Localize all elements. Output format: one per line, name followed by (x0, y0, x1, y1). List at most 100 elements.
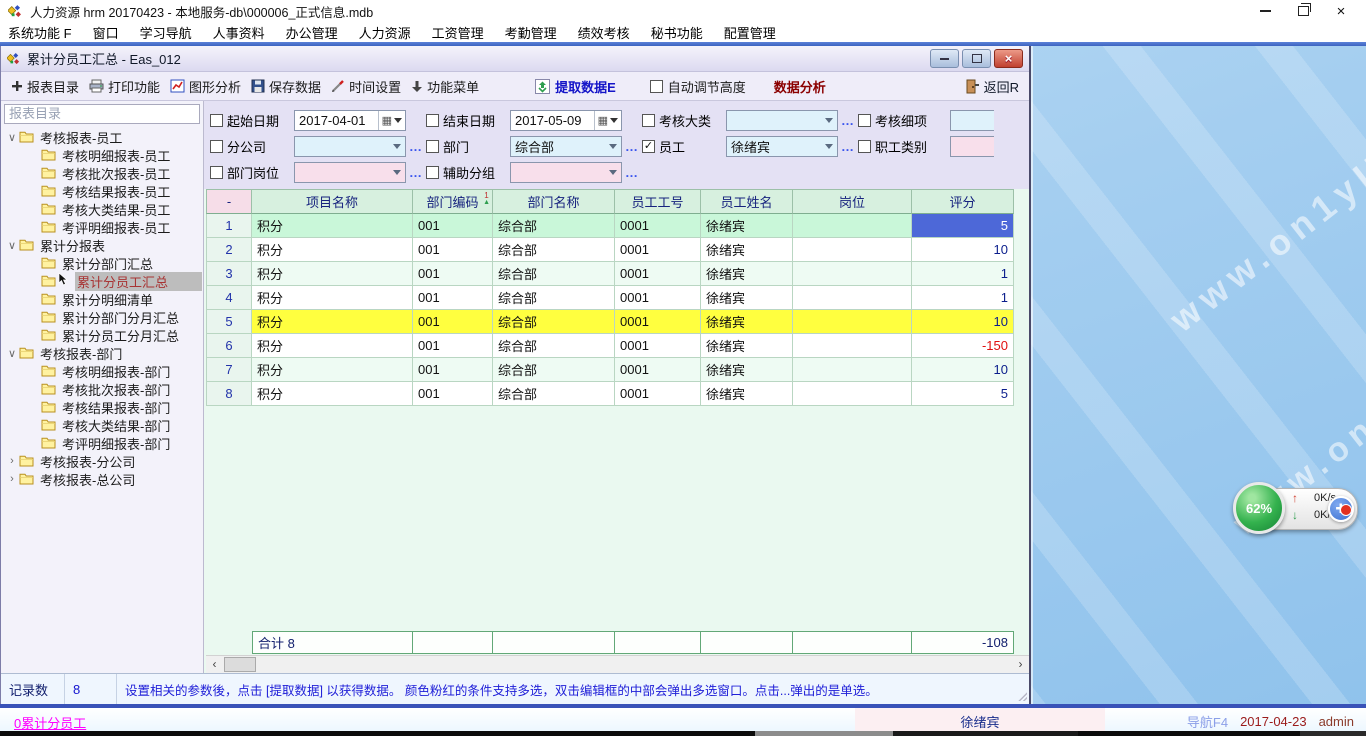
cell-post[interactable] (793, 238, 912, 262)
widget-expand-button[interactable]: ✚ (1328, 496, 1354, 522)
tree-item-label[interactable]: 考核批次报表-部门 (60, 380, 172, 399)
filter-field-部门[interactable]: 综合部 (510, 136, 622, 157)
cell-dept_code[interactable]: 001 (413, 286, 493, 310)
cell-post[interactable] (793, 286, 912, 310)
cell-emp_id[interactable]: 0001 (615, 358, 701, 382)
checkbox-unchecked[interactable] (426, 140, 439, 153)
menu-item-5[interactable]: 办公管理 (286, 23, 338, 42)
cell-score[interactable]: 10 (912, 310, 1014, 334)
filter-field-结束日期[interactable]: 2017-05-09▦ (510, 110, 622, 131)
toolbar-button-3[interactable]: 图形分析 (170, 77, 241, 96)
tree-item[interactable]: ›考核报表-总公司 (1, 470, 203, 488)
column-header-部门编码[interactable]: 部门编码1▲ (413, 189, 493, 214)
cell-emp_name[interactable]: 徐绪宾 (701, 310, 793, 334)
tree-item-label[interactable]: 考核明细报表-员工 (60, 146, 172, 165)
menu-item-2[interactable]: 窗口 (93, 23, 119, 42)
tree-item-label[interactable]: 考核大类结果-员工 (60, 200, 172, 219)
scroll-right-arrow[interactable]: › (1012, 656, 1029, 673)
cell-emp_id[interactable]: 0001 (615, 286, 701, 310)
tree-item[interactable]: ∨考核报表-员工 (1, 128, 203, 146)
cell-dept_name[interactable]: 综合部 (493, 358, 615, 382)
cell-score[interactable]: -150 (912, 334, 1014, 358)
cell-project[interactable]: 积分 (252, 358, 413, 382)
cell-emp_name[interactable]: 徐绪宾 (701, 238, 793, 262)
table-row-5[interactable]: 5积分001综合部0001徐绪宾10 (206, 310, 1029, 334)
checkbox-unchecked[interactable] (426, 114, 439, 127)
browse-ellipsis-button[interactable]: … (622, 165, 642, 180)
cell-project[interactable]: 积分 (252, 214, 413, 238)
net-speed-widget[interactable]: 62% ↑0K/s ↓0K/s ✚ (1236, 486, 1356, 528)
tree-item-label[interactable]: 考核报表-分公司 (38, 452, 137, 471)
filter-field-职工类别[interactable] (950, 136, 994, 157)
cell-score[interactable]: 5 (912, 382, 1014, 406)
tree-item[interactable]: 累计分部门分月汇总 (1, 308, 203, 326)
tree-item[interactable]: 考核明细报表-部门 (1, 362, 203, 380)
cell-dept_code[interactable]: 001 (413, 382, 493, 406)
checkbox-unchecked[interactable] (210, 166, 223, 179)
filter-field-起始日期[interactable]: 2017-04-01▦ (294, 110, 406, 131)
cell-dept_code[interactable]: 001 (413, 238, 493, 262)
cell-project[interactable]: 积分 (252, 334, 413, 358)
close-button[interactable]: × (1322, 0, 1360, 22)
cell-emp_id[interactable]: 0001 (615, 382, 701, 406)
checkbox-checked[interactable] (642, 140, 655, 153)
tree-item-label[interactable]: 考核批次报表-员工 (60, 164, 172, 183)
filter-field-辅助分组[interactable] (510, 162, 622, 183)
toolbar-button-1[interactable]: 报表目录 (11, 77, 79, 96)
tree-item[interactable]: 考评明细报表-员工 (1, 218, 203, 236)
table-row-8[interactable]: 8积分001综合部0001徐绪宾5 (206, 382, 1029, 406)
cell-emp_name[interactable]: 徐绪宾 (701, 262, 793, 286)
checkbox-unchecked[interactable] (210, 114, 223, 127)
checkbox-unchecked[interactable] (858, 114, 871, 127)
tree-item-label[interactable]: 考评明细报表-员工 (60, 218, 172, 237)
tree-item[interactable]: 累计分员工分月汇总 (1, 326, 203, 344)
menu-item-8[interactable]: 考勤管理 (505, 23, 557, 42)
auto-height-checkbox-box[interactable] (650, 80, 663, 93)
dropdown-arrow-icon[interactable] (609, 144, 617, 149)
menu-item-1[interactable]: 系统功能 F (8, 23, 72, 42)
cell-dept_name[interactable]: 综合部 (493, 382, 615, 406)
tree-item[interactable]: 考评明细报表-部门 (1, 434, 203, 452)
tree-item[interactable]: ∨累计分报表 (1, 236, 203, 254)
horizontal-scrollbar[interactable]: ‹ › (206, 655, 1029, 673)
cell-score[interactable]: 10 (912, 238, 1014, 262)
tree-item-label[interactable]: 考评明细报表-部门 (60, 434, 172, 453)
filter-field-考核细项[interactable] (950, 110, 994, 131)
memory-percent-ball[interactable]: 62% (1233, 482, 1285, 534)
filter-field-考核大类[interactable] (726, 110, 838, 131)
menu-item-4[interactable]: 人事资料 (213, 23, 265, 42)
tree-item[interactable]: ∨考核报表-部门 (1, 344, 203, 362)
column-header-员工工号[interactable]: 员工工号 (615, 189, 701, 214)
child-restore-button[interactable] (962, 49, 991, 68)
filter-field-分公司[interactable] (294, 136, 406, 157)
extract-data-button[interactable]: 提取数据E (535, 77, 616, 96)
tree-item-label[interactable]: 考核明细报表-部门 (60, 362, 172, 381)
browse-ellipsis-button[interactable]: … (406, 139, 426, 154)
cell-dept_name[interactable]: 综合部 (493, 310, 615, 334)
tree-item[interactable]: 考核大类结果-部门 (1, 416, 203, 434)
menu-item-3[interactable]: 学习导航 (140, 23, 192, 42)
cell-dept_name[interactable]: 综合部 (493, 262, 615, 286)
tree-item-label[interactable]: 累计分员工分月汇总 (60, 326, 181, 345)
tree-item[interactable]: 考核结果报表-部门 (1, 398, 203, 416)
cell-post[interactable] (793, 382, 912, 406)
cell-dept_name[interactable]: 综合部 (493, 214, 615, 238)
cell-emp_id[interactable]: 0001 (615, 310, 701, 334)
tree-item-label[interactable]: 累计分明细清单 (60, 290, 155, 309)
cell-project[interactable]: 积分 (252, 238, 413, 262)
cell-emp_name[interactable]: 徐绪宾 (701, 382, 793, 406)
cell-dept_code[interactable]: 001 (413, 310, 493, 334)
cell-emp_id[interactable]: 0001 (615, 262, 701, 286)
cell-post[interactable] (793, 262, 912, 286)
tree-item[interactable]: 考核大类结果-员工 (1, 200, 203, 218)
row-number[interactable]: 4 (206, 286, 252, 310)
checkbox-unchecked[interactable] (642, 114, 655, 127)
row-number[interactable]: 5 (206, 310, 252, 334)
cell-emp_name[interactable]: 徐绪宾 (701, 286, 793, 310)
cell-dept_code[interactable]: 001 (413, 214, 493, 238)
tree-item[interactable]: 考核结果报表-员工 (1, 182, 203, 200)
tree-item[interactable]: 累计分员工汇总 (1, 272, 203, 290)
tree-item[interactable]: 考核批次报表-员工 (1, 164, 203, 182)
auto-height-checkbox[interactable]: 自动调节高度 (650, 77, 746, 96)
dropdown-arrow-icon[interactable] (825, 118, 833, 123)
